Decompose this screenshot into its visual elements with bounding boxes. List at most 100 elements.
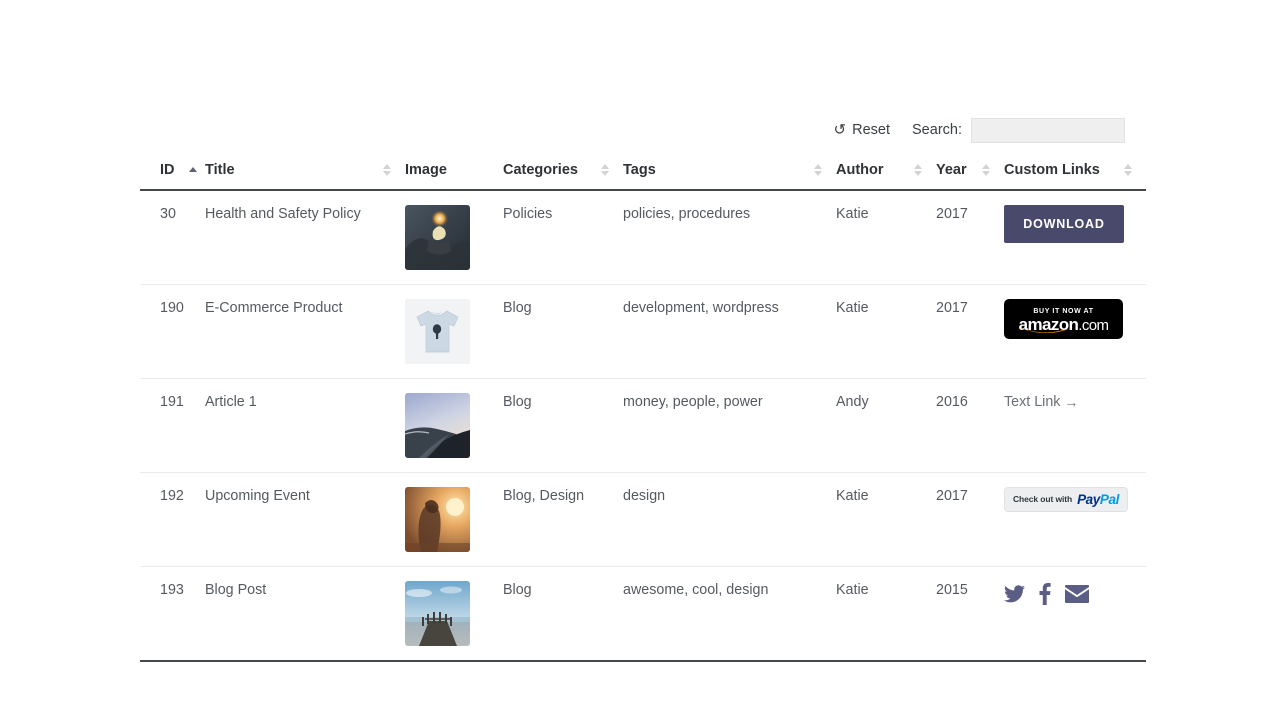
table-row: 192 Upcoming Event Blog, Design design K… xyxy=(140,472,1146,567)
column-header-title[interactable]: Title xyxy=(205,152,405,191)
cell-categories: Blog, Design xyxy=(503,472,623,567)
table-header: ID Title Image Categories Tags Author Ye… xyxy=(140,152,1146,191)
datatable-container: ↺ Reset Search: ID Title Image Categorie… xyxy=(140,108,1146,662)
cell-author: Katie xyxy=(836,472,936,567)
column-header-custom-links[interactable]: Custom Links xyxy=(1004,152,1146,191)
reset-button-label: Reset xyxy=(852,121,891,138)
search-box: Search: xyxy=(912,117,1125,143)
cell-categories: Blog xyxy=(503,566,623,662)
amazon-buy-now-badge[interactable]: BUY IT NOW AT amazon.com xyxy=(1004,299,1123,339)
sort-toggle-icon[interactable] xyxy=(814,164,822,176)
paypal-checkout-badge[interactable]: Check out with PayPal xyxy=(1004,487,1128,512)
column-header-tags[interactable]: Tags xyxy=(623,152,836,191)
cell-title: Article 1 xyxy=(205,378,405,473)
email-icon[interactable] xyxy=(1065,585,1089,603)
table-header-row: ID Title Image Categories Tags Author Ye… xyxy=(140,152,1146,191)
thumbnail-hands-holding-light[interactable] xyxy=(405,205,470,270)
cell-id: 30 xyxy=(140,190,205,285)
cell-title: Blog Post xyxy=(205,566,405,662)
cell-tags: design xyxy=(623,472,836,567)
column-header-id[interactable]: ID xyxy=(140,152,205,191)
search-label: Search: xyxy=(912,121,962,138)
column-header-categories[interactable]: Categories xyxy=(503,152,623,191)
download-button[interactable]: DOWNLOAD xyxy=(1004,205,1124,243)
cell-image xyxy=(405,284,503,379)
paypal-word-pay: Pay xyxy=(1077,491,1100,507)
table-row: 193 Blog Post Blog awesome, cool, design… xyxy=(140,566,1146,662)
thumbnail-sunset-silhouette[interactable] xyxy=(405,487,470,552)
cell-author: Katie xyxy=(836,566,936,662)
cell-title: Upcoming Event xyxy=(205,472,405,567)
arrow-right-icon: → xyxy=(1064,394,1078,411)
sort-toggle-icon[interactable] xyxy=(1124,164,1132,176)
undo-icon: ↺ xyxy=(833,121,847,138)
facebook-icon[interactable] xyxy=(1039,583,1051,605)
cell-tags: policies, procedures xyxy=(623,190,836,285)
cell-title: Health and Safety Policy xyxy=(205,190,405,285)
cell-year: 2017 xyxy=(936,472,1004,567)
cell-author: Andy xyxy=(836,378,936,473)
cell-custom-links xyxy=(1004,566,1146,662)
page-root: ↺ Reset Search: ID Title Image Categorie… xyxy=(0,0,1280,720)
data-table: ID Title Image Categories Tags Author Ye… xyxy=(140,152,1146,662)
cell-categories: Blog xyxy=(503,284,623,379)
amazon-smile-icon xyxy=(1020,328,1072,333)
cell-custom-links: Check out with PayPal xyxy=(1004,472,1146,567)
column-header-year-label: Year xyxy=(936,162,967,178)
table-controls: ↺ Reset Search: xyxy=(140,108,1126,152)
cell-year: 2017 xyxy=(936,284,1004,379)
column-header-id-label: ID xyxy=(160,162,175,178)
cell-custom-links: BUY IT NOW AT amazon.com xyxy=(1004,284,1146,379)
cell-id: 192 xyxy=(140,472,205,567)
cell-image xyxy=(405,472,503,567)
reset-button[interactable]: ↺ Reset xyxy=(833,121,891,138)
thumbnail-light-blue-tshirt[interactable] xyxy=(405,299,470,364)
text-link[interactable]: Text Link → xyxy=(1004,393,1078,412)
twitter-icon[interactable] xyxy=(1004,585,1025,603)
social-links xyxy=(1004,581,1089,605)
cell-year: 2016 xyxy=(936,378,1004,473)
column-header-custom-links-label: Custom Links xyxy=(1004,162,1100,178)
column-header-author[interactable]: Author xyxy=(836,152,936,191)
amazon-tld: .com xyxy=(1078,317,1109,334)
cell-tags: development, wordpress xyxy=(623,284,836,379)
cell-tags: money, people, power xyxy=(623,378,836,473)
cell-categories: Blog xyxy=(503,378,623,473)
sort-toggle-icon[interactable] xyxy=(982,164,990,176)
cell-custom-links: Text Link → xyxy=(1004,378,1146,473)
cell-id: 191 xyxy=(140,378,205,473)
cell-year: 2017 xyxy=(936,190,1004,285)
table-row: 191 Article 1 Blog money, people, power … xyxy=(140,378,1146,473)
sort-toggle-icon[interactable] xyxy=(601,164,609,176)
table-row: 190 E-Commerce Product Blog development,… xyxy=(140,284,1146,379)
cell-id: 193 xyxy=(140,566,205,662)
cell-categories: Policies xyxy=(503,190,623,285)
column-header-author-label: Author xyxy=(836,162,884,178)
column-header-image-label: Image xyxy=(405,162,447,178)
column-header-tags-label: Tags xyxy=(623,162,656,178)
column-header-year[interactable]: Year xyxy=(936,152,1004,191)
table-row: 30 Health and Safety Policy Policies pol… xyxy=(140,190,1146,285)
cell-custom-links: DOWNLOAD xyxy=(1004,190,1146,285)
column-header-image[interactable]: Image xyxy=(405,152,503,191)
search-input[interactable] xyxy=(971,117,1125,143)
cell-image xyxy=(405,190,503,285)
paypal-badge-prefix: Check out with xyxy=(1013,493,1073,504)
sort-toggle-icon[interactable] xyxy=(914,164,922,176)
cell-title: E-Commerce Product xyxy=(205,284,405,379)
column-header-categories-label: Categories xyxy=(503,162,578,178)
sort-toggle-icon[interactable] xyxy=(383,164,391,176)
paypal-logo: PayPal xyxy=(1077,493,1119,507)
thumbnail-coastal-highway[interactable] xyxy=(405,393,470,458)
column-header-title-label: Title xyxy=(205,162,235,178)
sort-ascending-icon[interactable] xyxy=(188,166,197,174)
amazon-badge-top-text: BUY IT NOW AT xyxy=(1033,308,1094,315)
cell-author: Katie xyxy=(836,190,936,285)
thumbnail-beach-pier[interactable] xyxy=(405,581,470,646)
cell-image xyxy=(405,566,503,662)
cell-image xyxy=(405,378,503,473)
cell-author: Katie xyxy=(836,284,936,379)
cell-id: 190 xyxy=(140,284,205,379)
text-link-label: Text Link xyxy=(1004,394,1061,410)
cell-year: 2015 xyxy=(936,566,1004,662)
